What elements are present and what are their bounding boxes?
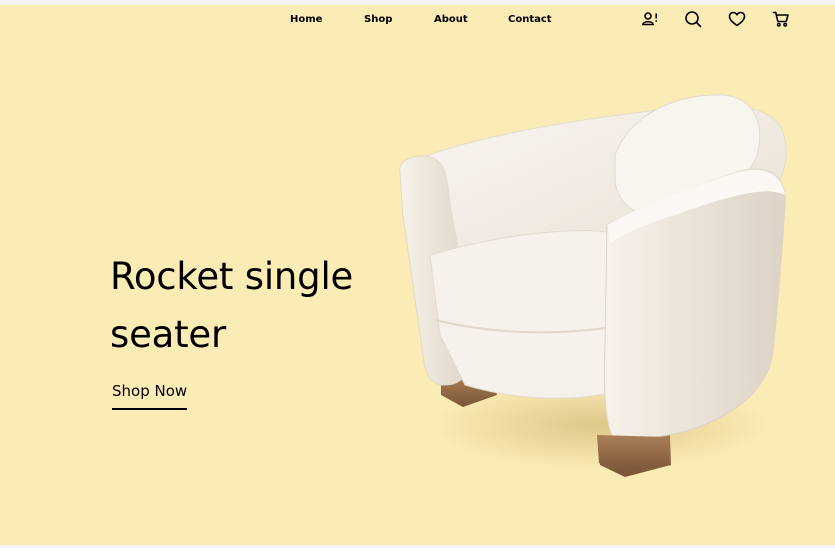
hero-title-line-2: seater [110, 313, 226, 356]
main-nav: Home Shop About Contact [0, 13, 835, 27]
search-button[interactable] [684, 10, 702, 28]
nav-link-shop[interactable]: Shop [364, 13, 392, 27]
cart-button[interactable] [772, 10, 790, 28]
wishlist-button[interactable] [728, 10, 746, 28]
user-alert-icon [642, 12, 658, 26]
heart-icon [728, 11, 746, 27]
top-border [0, 0, 835, 5]
cart-icon [772, 11, 789, 27]
search-icon [685, 11, 702, 28]
hero-title: Rocket single seater [110, 248, 410, 364]
account-button[interactable] [641, 10, 659, 28]
hero-title-line-1: Rocket single [110, 255, 354, 298]
nav-link-contact[interactable]: Contact [508, 13, 552, 27]
nav-link-home[interactable]: Home [290, 13, 322, 27]
armchair-image [399, 94, 787, 477]
shop-now-link[interactable]: Shop Now [112, 381, 188, 410]
nav-link-about[interactable]: About [434, 13, 468, 27]
